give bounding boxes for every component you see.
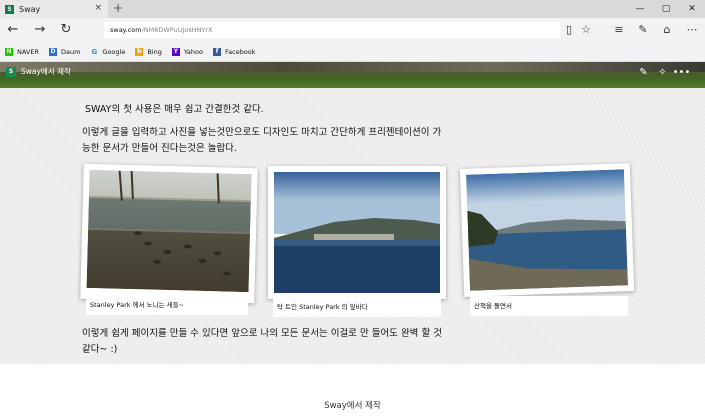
favorite-daum[interactable]: D Daum [48, 47, 81, 56]
daum-icon: D [48, 47, 57, 56]
edit-pencil-icon[interactable]: ✎ [634, 64, 653, 82]
favorite-label: NAVER [17, 47, 39, 56]
paragraph-3: 이렇게 쉽게 페이지를 만들 수 있다면 앞으로 나의 모든 문서는 이걸로 만… [82, 328, 442, 355]
bing-icon: b [135, 47, 144, 56]
photo-card-2[interactable] [268, 166, 446, 299]
bay-image [274, 172, 440, 293]
paragraph-1: SWAY의 첫 사용은 매우 쉽고 간결한것 같다. [85, 104, 264, 115]
share-icon[interactable]: ✧ [653, 64, 672, 82]
reading-view-icon[interactable]: ▯ [560, 18, 578, 42]
tab-close-icon[interactable]: × [94, 3, 102, 13]
favorite-label: Google [102, 47, 126, 56]
forward-icon[interactable]: → [29, 18, 51, 42]
favorite-star-icon[interactable]: ☆ [577, 18, 595, 42]
footer-credit[interactable]: Sway에서 제작 [0, 399, 705, 411]
paragraph-2: 이렇게 글을 입력하고 사진을 넣는것만으로도 디자인도 마치고 간단하게 프리… [82, 127, 442, 154]
photo-caption-2: 탁 트인 Stanley Park 의 앞바다 [273, 297, 441, 317]
favorite-label: Yahoo [183, 47, 203, 56]
banner-sky [0, 62, 705, 72]
google-icon: G [91, 47, 98, 56]
favorites-bar: N NAVER D Daum G Google b Bing Y Yahoo f… [0, 42, 705, 62]
new-tab-button[interactable]: + [113, 1, 123, 15]
back-icon[interactable]: ← [2, 18, 24, 42]
favorite-label: Daum [60, 47, 81, 56]
favorite-label: Bing [147, 47, 162, 56]
ducks-pond-image [86, 169, 252, 293]
sway-brand[interactable]: S Sway에서 제작 [6, 66, 71, 77]
address-bar[interactable]: sway.com/NM6DWPuUJosHNYrX [104, 22, 560, 38]
photo-card-1[interactable] [80, 163, 258, 304]
favorite-yahoo[interactable]: Y Yahoo [171, 47, 203, 56]
address-path: /NM6DWPuUJosHNYrX [141, 26, 213, 34]
more-icon[interactable]: ⋯ [683, 18, 701, 42]
yahoo-icon: Y [171, 47, 180, 56]
close-window-button[interactable]: ✕ [679, 0, 705, 18]
browser-tab[interactable]: S Sway × [0, 0, 108, 18]
naver-icon: N [5, 47, 13, 56]
facebook-icon: f [213, 47, 221, 56]
web-note-icon[interactable]: ✎ [634, 18, 652, 42]
address-host: sway.com [110, 26, 142, 34]
sway-logo-icon: S [6, 66, 16, 77]
favorite-bing[interactable]: b Bing [135, 47, 162, 56]
banner-toolbar: ✎ ✧ ••• [634, 64, 691, 82]
refresh-icon[interactable]: ↻ [55, 18, 77, 42]
window-controls: — ▢ ✕ [627, 0, 705, 18]
share-icon[interactable]: ⌂ [658, 18, 676, 42]
minimize-button[interactable]: — [627, 0, 653, 18]
favorite-naver[interactable]: N NAVER [5, 47, 39, 56]
favorite-label: Facebook [225, 47, 256, 56]
favorite-facebook[interactable]: f Facebook [213, 47, 256, 56]
photo-caption-1: Stanley Park 에서 노니는 새들~ [86, 295, 248, 315]
shoreline-image [466, 169, 628, 291]
tab-title: Sway [19, 4, 41, 14]
more-options-icon[interactable]: ••• [672, 64, 691, 82]
sway-favicon-icon: S [5, 4, 14, 14]
maximize-button[interactable]: ▢ [653, 0, 679, 18]
photo-card-3[interactable] [459, 163, 635, 297]
favorite-google[interactable]: G Google [90, 47, 126, 56]
photo-caption-3: 산책을 돌면서 [470, 296, 628, 316]
hub-icon[interactable]: ≡ [610, 18, 628, 42]
brand-label: Sway에서 제작 [21, 67, 71, 76]
